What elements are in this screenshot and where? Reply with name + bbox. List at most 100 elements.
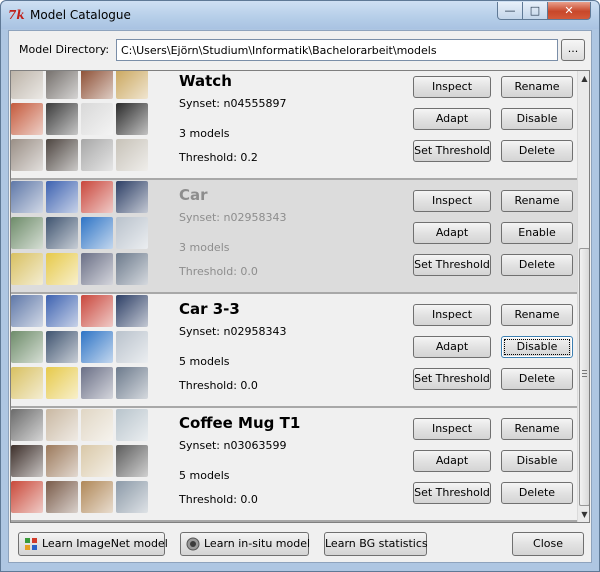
model-thumbnail (11, 139, 43, 171)
threshold-label: Threshold: 0.0 (179, 493, 258, 506)
learn-imagenet-button[interactable]: Learn ImageNet model (18, 532, 168, 556)
directory-label: Model Directory: (19, 43, 110, 56)
model-count: 3 models (179, 127, 230, 140)
model-thumbnail (116, 445, 148, 477)
adapt-button[interactable]: Adapt (413, 450, 491, 472)
inspect-button[interactable]: Inspect (413, 304, 491, 326)
synset-label: Synset: n03063599 (179, 439, 287, 452)
set-threshold-button[interactable]: Set Threshold (413, 254, 491, 276)
inspect-button[interactable]: Inspect (413, 76, 491, 98)
model-thumbnail (46, 217, 78, 249)
model-thumbnail (81, 367, 113, 399)
set-threshold-button[interactable]: Set Threshold (413, 368, 491, 390)
model-thumbnail (11, 331, 43, 363)
window-controls: — □ ✕ (497, 2, 591, 20)
learn-imagenet-label: Learn ImageNet model (42, 537, 168, 550)
model-thumbnail (11, 409, 43, 441)
learn-insitu-button[interactable]: Learn in-situ model (180, 532, 310, 556)
thumbnail-grid (11, 71, 151, 175)
model-thumbnail (116, 331, 148, 363)
model-thumbnail (46, 181, 78, 213)
model-thumbnail (81, 71, 113, 99)
model-thumbnail (11, 103, 43, 135)
model-thumbnail (46, 253, 78, 285)
model-thumbnail (11, 217, 43, 249)
model-thumbnail (11, 253, 43, 285)
disable-button[interactable]: Disable (501, 450, 573, 472)
model-thumbnail (11, 295, 43, 327)
disable-button[interactable]: Disable (501, 336, 573, 358)
model-thumbnail (46, 331, 78, 363)
model-thumbnail (46, 71, 78, 99)
model-thumbnail (81, 103, 113, 135)
directory-input[interactable] (116, 39, 558, 61)
set-threshold-button[interactable]: Set Threshold (413, 140, 491, 162)
model-thumbnail (11, 481, 43, 513)
model-thumbnail (116, 139, 148, 171)
rename-button[interactable]: Rename (501, 76, 573, 98)
maximize-button[interactable]: □ (523, 2, 548, 20)
bottom-button-bar: Learn ImageNet model Learn in-situ model… (9, 529, 591, 559)
model-name: Car (179, 186, 208, 204)
set-threshold-button[interactable]: Set Threshold (413, 482, 491, 504)
model-thumbnail (81, 253, 113, 285)
browse-button[interactable]: ... (561, 39, 585, 61)
model-list: Watch Synset: n04555897 3 models Threshold:… (10, 70, 590, 523)
rename-button[interactable]: Rename (501, 304, 573, 326)
model-thumbnail (46, 103, 78, 135)
learn-bg-button[interactable]: Learn BG statistics (324, 532, 428, 556)
model-count: 3 models (179, 241, 230, 254)
model-thumbnail (11, 445, 43, 477)
delete-button[interactable]: Delete (501, 368, 573, 390)
vertical-scrollbar[interactable]: ▲ ▼ (577, 71, 589, 522)
synset-label: Synset: n02958343 (179, 325, 287, 338)
rename-button[interactable]: Rename (501, 418, 573, 440)
title-bar[interactable]: 7k Model Catalogue — □ ✕ (1, 1, 599, 29)
close-button[interactable]: Close (512, 532, 584, 556)
scroll-down-arrow-icon[interactable]: ▼ (578, 507, 589, 522)
model-thumbnail (11, 181, 43, 213)
model-catalogue-window: 7k Model Catalogue — □ ✕ Model Directory… (0, 0, 600, 572)
model-thumbnail (116, 71, 148, 99)
model-row: Coffee Mug T1 Synset: n03063599 5 models Th… (11, 408, 577, 522)
model-thumbnail (116, 295, 148, 327)
adapt-button[interactable]: Adapt (413, 108, 491, 130)
close-window-button[interactable]: ✕ (548, 2, 591, 20)
model-thumbnail (116, 217, 148, 249)
scrollbar-thumb[interactable] (579, 248, 589, 506)
model-thumbnail (46, 409, 78, 441)
model-thumbnail (46, 295, 78, 327)
delete-button[interactable]: Delete (501, 140, 573, 162)
inspect-button[interactable]: Inspect (413, 190, 491, 212)
model-name: Coffee Mug T1 (179, 414, 301, 432)
tk-app-icon: 7k (8, 8, 25, 22)
imagenet-icon (24, 537, 38, 551)
delete-button[interactable]: Delete (501, 254, 573, 276)
scroll-up-arrow-icon[interactable]: ▲ (578, 71, 589, 86)
model-thumbnail (46, 367, 78, 399)
model-row: Car 3-3 Synset: n02958343 5 models Threshol… (11, 294, 577, 408)
learn-bg-label: Learn BG statistics (325, 537, 428, 550)
model-thumbnail (81, 409, 113, 441)
model-thumbnail (116, 103, 148, 135)
model-name: Car 3-3 (179, 300, 240, 318)
threshold-label: Threshold: 0.2 (179, 151, 258, 164)
thumbnail-grid (11, 409, 151, 517)
disable-button[interactable]: Disable (501, 108, 573, 130)
model-thumbnail (81, 295, 113, 327)
model-thumbnail (81, 445, 113, 477)
enable-button[interactable]: Enable (501, 222, 573, 244)
adapt-button[interactable]: Adapt (413, 336, 491, 358)
synset-label: Synset: n04555897 (179, 97, 287, 110)
model-thumbnail (46, 139, 78, 171)
inspect-button[interactable]: Inspect (413, 418, 491, 440)
rename-button[interactable]: Rename (501, 190, 573, 212)
model-thumbnail (81, 331, 113, 363)
delete-button[interactable]: Delete (501, 482, 573, 504)
grip-icon (582, 370, 587, 377)
model-thumbnail (116, 367, 148, 399)
adapt-button[interactable]: Adapt (413, 222, 491, 244)
model-thumbnail (11, 71, 43, 99)
model-count: 5 models (179, 355, 230, 368)
minimize-button[interactable]: — (497, 2, 523, 20)
